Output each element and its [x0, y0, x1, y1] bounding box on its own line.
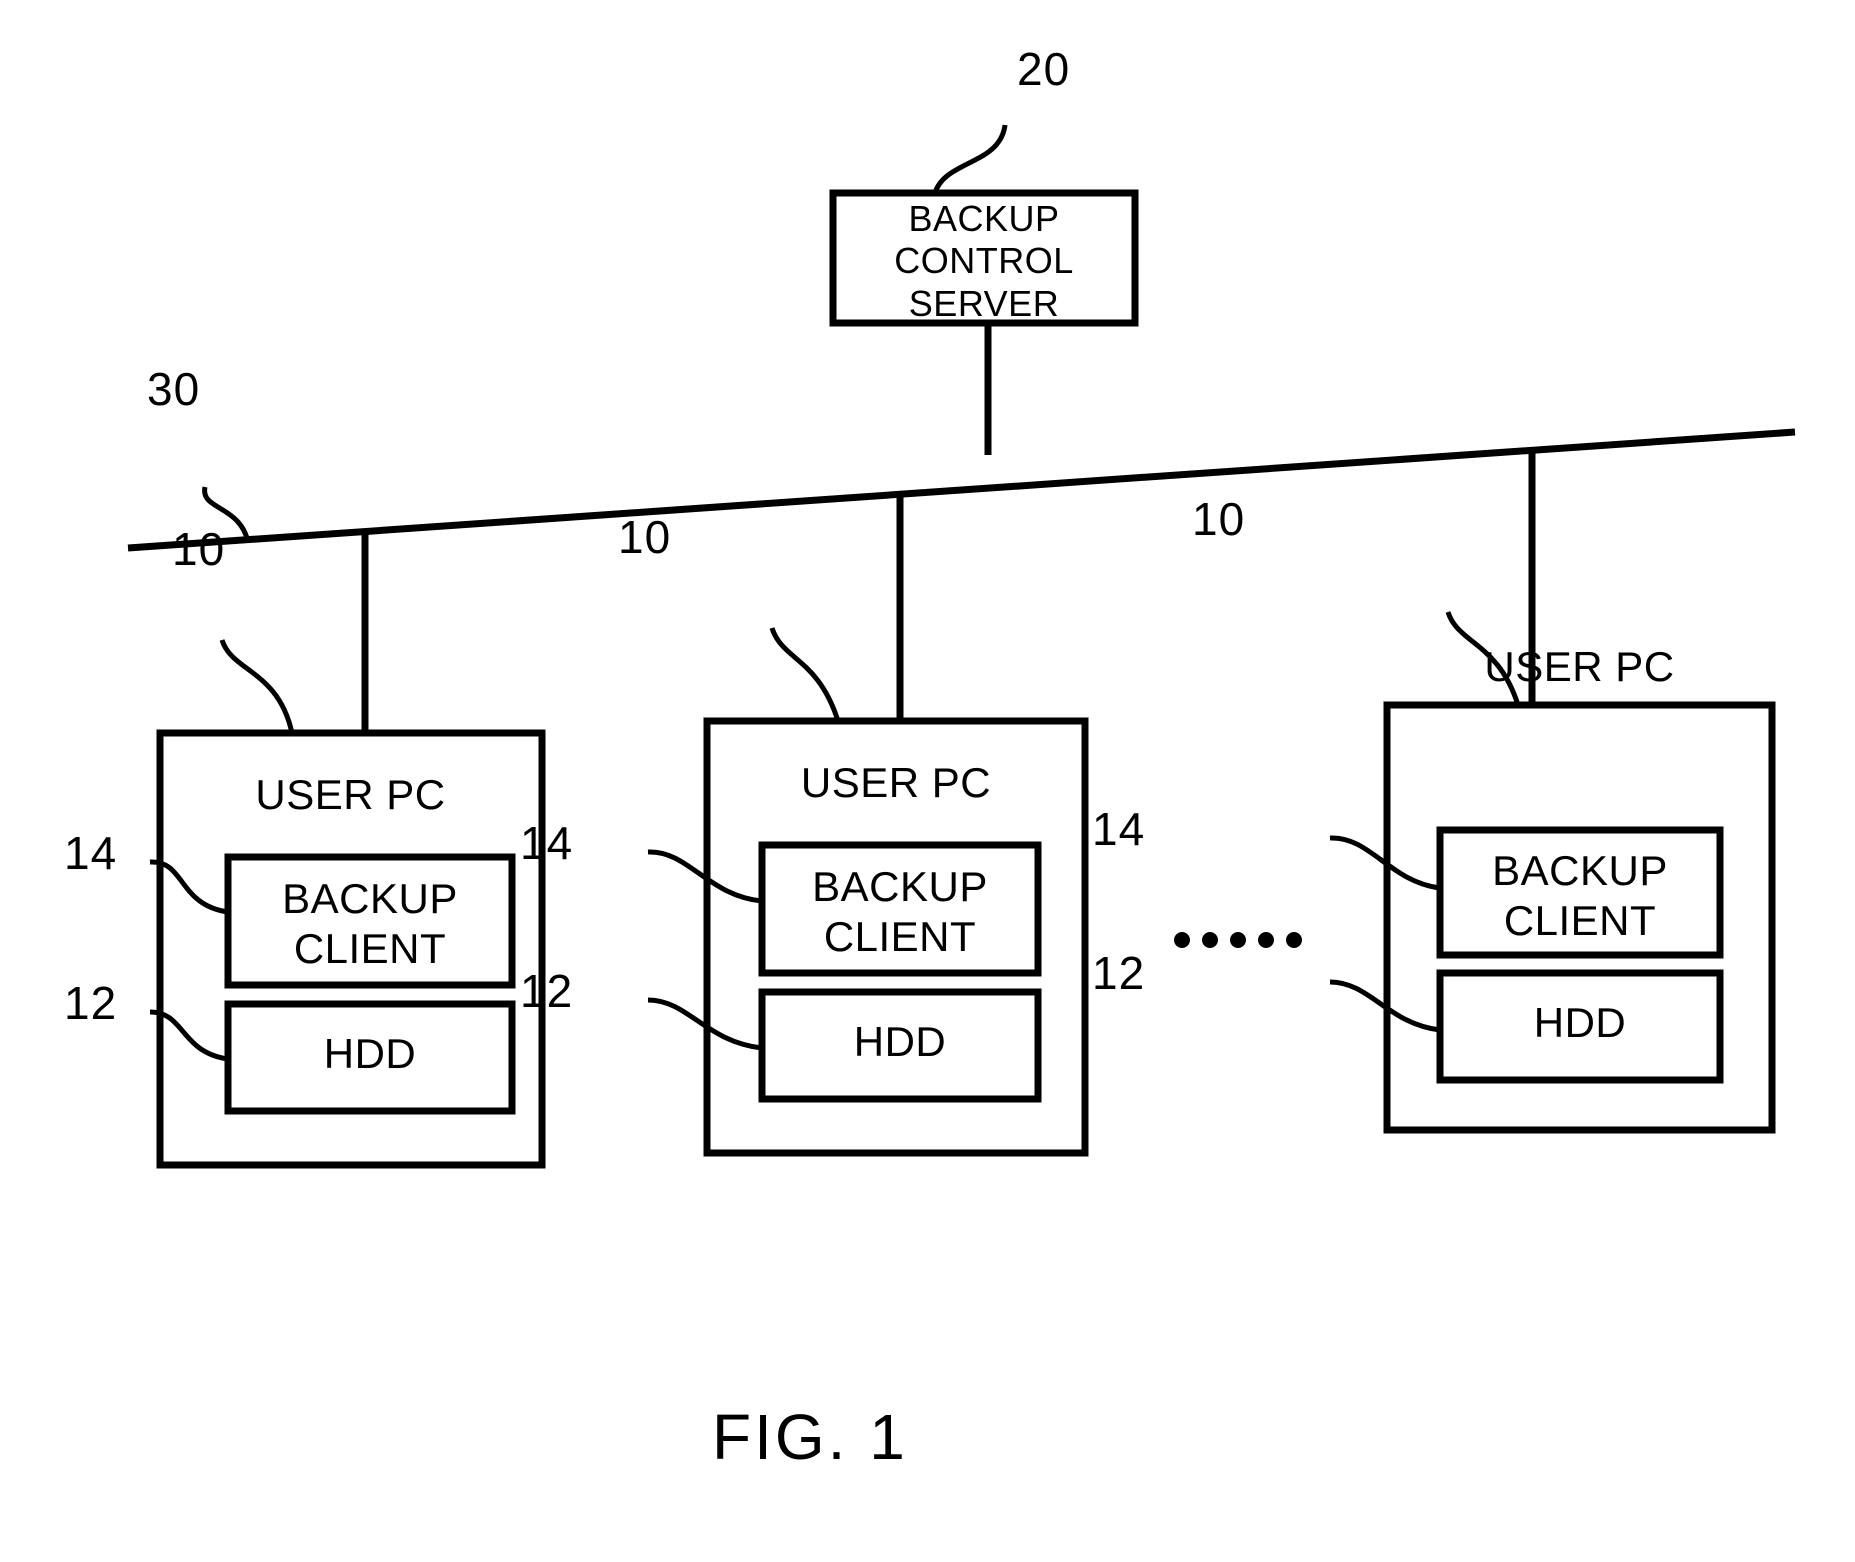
- patent-figure-1: BACKUP CONTROL SERVER 20 30 10 USER PC B…: [0, 0, 1855, 1562]
- ref-number-12-pc-3: 12: [1092, 947, 1146, 999]
- ref-number-30: 30: [147, 363, 201, 415]
- figure-caption: FIG. 1: [712, 1401, 908, 1473]
- backup-client-label-2: BACKUP CLIENT: [812, 863, 988, 960]
- network-bus-line: [127, 428, 1796, 552]
- user-pc-title-3: USER PC: [1484, 643, 1675, 690]
- ref-number-20: 20: [1017, 43, 1071, 95]
- leader-line-20: [932, 124, 1008, 194]
- ellipsis-dots: [1174, 932, 1302, 948]
- hdd-label-2: HDD: [853, 1018, 947, 1065]
- backup-client-label-1: BACKUP CLIENT: [282, 875, 458, 972]
- ref-number-10-pc-3: 10: [1192, 493, 1246, 545]
- backup-control-server-label: BACKUP CONTROL SERVER: [894, 198, 1074, 324]
- ref-number-14-pc-3: 14: [1092, 803, 1146, 855]
- ref-number-12-pc-2: 12: [520, 965, 574, 1017]
- hdd-label-1: HDD: [323, 1030, 417, 1077]
- ref-number-10-pc-2: 10: [618, 511, 672, 563]
- leader-line-10-pc-1: [219, 639, 295, 734]
- hdd-label-3: HDD: [1533, 999, 1627, 1046]
- user-pc-title-1: USER PC: [255, 771, 446, 818]
- ref-number-14-pc-2: 14: [520, 817, 574, 869]
- backup-client-label-3: BACKUP CLIENT: [1492, 847, 1668, 944]
- ref-number-10-pc-1: 10: [172, 523, 226, 575]
- user-pc-title-2: USER PC: [800, 759, 992, 806]
- ref-number-14-pc-1: 14: [64, 827, 118, 879]
- leader-line-10-pc-2: [769, 627, 841, 722]
- ref-number-12-pc-1: 12: [64, 977, 118, 1029]
